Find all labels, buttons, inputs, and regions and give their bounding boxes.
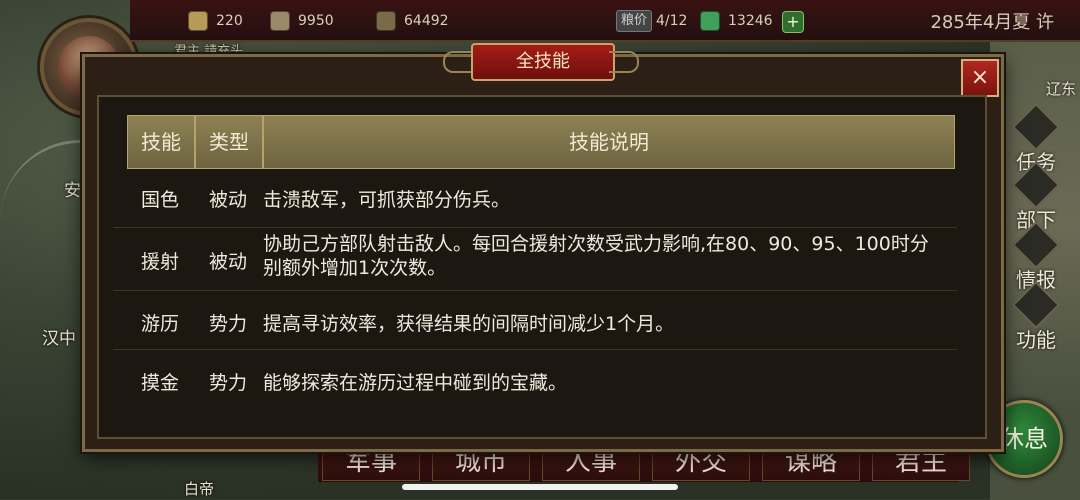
skill-type: 势力 (208, 313, 247, 335)
resource-gold: 220 (188, 9, 243, 33)
skill-description: 协助己方部队射击敌人。每回合援射次数受武力影响,在80、90、95、100时分别… (263, 233, 929, 279)
intel-icon (1011, 220, 1061, 270)
resource-gold-value: 220 (216, 13, 243, 29)
jade-icon (700, 11, 720, 31)
resource-bar: 220 9950 64492 粮价 4/12 13246 + 285年4月夏 许 (130, 0, 1080, 42)
resource-food-value: 9950 (298, 13, 334, 29)
food-bag-icon (270, 11, 290, 31)
grain-price-label: 粮价 (616, 10, 652, 32)
skill-type: 被动 (208, 251, 247, 273)
skill-name: 援射 (140, 251, 179, 273)
grain-price-value: 4/12 (656, 13, 688, 29)
side-menu-function[interactable]: 功能 (1006, 280, 1066, 353)
skill-table: 技能 类型 技能说明 国色 被动 击溃敌军，可抓获部分伤兵。 援射 被动 协助己… (113, 115, 957, 410)
table-row[interactable]: 援射 被动 协助己方部队射击敌人。每回合援射次数受武力影响,在80、90、95、… (113, 228, 957, 291)
city-label-an[interactable]: 安 (64, 176, 81, 201)
subordinate-icon (1011, 160, 1061, 210)
header-description: 技能说明 (263, 115, 955, 169)
add-currency-button[interactable]: + (782, 11, 804, 33)
skill-type: 势力 (208, 372, 247, 394)
resource-jade: 13246 (700, 9, 773, 33)
table-row[interactable]: 摸金 势力 能够探索在游历过程中碰到的宝藏。 (113, 350, 957, 410)
table-header: 技能 类型 技能说明 (113, 115, 957, 169)
title-ornament-left (443, 51, 473, 73)
wood-icon (376, 11, 396, 31)
gear-icon (1011, 280, 1061, 330)
table-row[interactable]: 游历 势力 提高寻访效率，获得结果的间隔时间减少1个月。 (113, 291, 957, 350)
close-button[interactable]: × (961, 59, 999, 97)
skill-type: 被动 (208, 189, 247, 211)
dialog-title-banner: 全技能 (443, 43, 639, 83)
skill-name: 游历 (140, 313, 179, 335)
gold-icon (188, 11, 208, 31)
side-menu-function-label: 功能 (1016, 328, 1056, 352)
skill-description: 能够探索在游历过程中碰到的宝藏。 (263, 372, 568, 394)
title-ornament-right (609, 51, 639, 73)
skill-name: 摸金 (140, 372, 179, 394)
skill-name: 国色 (140, 189, 179, 211)
game-date: 285年4月夏 许 (930, 12, 1054, 33)
dialog-title: 全技能 (471, 43, 615, 81)
resource-wood: 64492 (376, 9, 449, 33)
header-type: 类型 (195, 115, 263, 169)
city-label-liaodong[interactable]: 辽东 (1046, 78, 1076, 99)
all-skills-dialog: 全技能 × 技能 类型 技能说明 国色 被动 击溃敌军，可抓获部分伤兵。 援射 … (82, 43, 1004, 452)
resource-food: 9950 (270, 9, 334, 33)
resource-wood-value: 64492 (404, 13, 449, 29)
skill-description: 提高寻访效率，获得结果的间隔时间减少1个月。 (263, 313, 675, 335)
header-skill: 技能 (127, 115, 195, 169)
home-indicator[interactable] (402, 484, 678, 490)
skill-description: 击溃敌军，可抓获部分伤兵。 (263, 189, 511, 211)
resource-jade-value: 13246 (728, 13, 773, 29)
table-row[interactable]: 国色 被动 击溃敌军，可抓获部分伤兵。 (113, 167, 957, 228)
task-icon (1011, 102, 1061, 152)
city-label-hanzhong[interactable]: 汉中 (42, 324, 76, 349)
city-label-baidi[interactable]: 白帝 (184, 478, 214, 499)
